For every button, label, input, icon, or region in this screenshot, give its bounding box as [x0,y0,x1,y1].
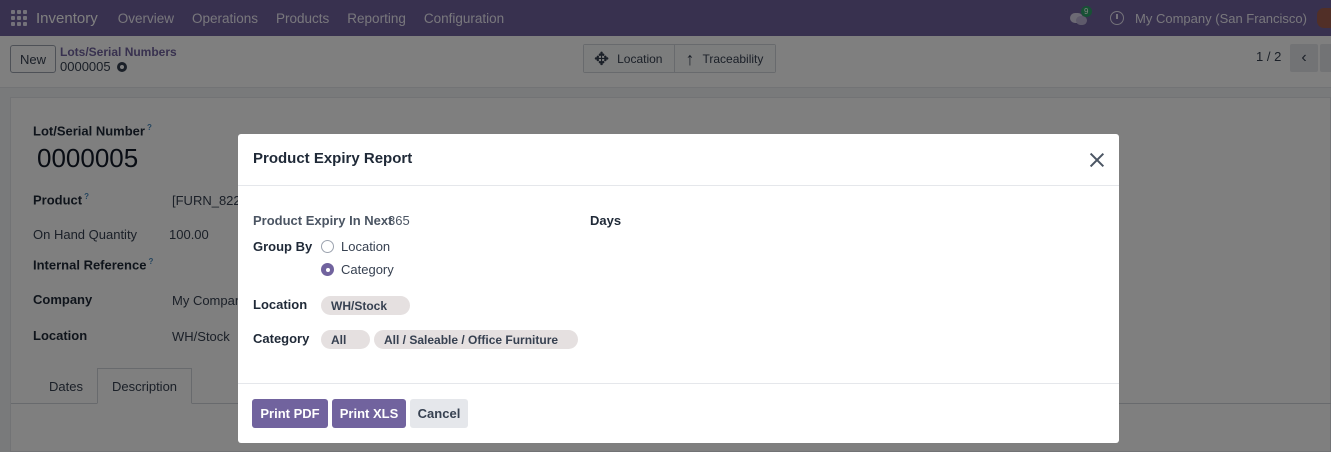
radio-checked [321,263,334,276]
cancel-button[interactable]: Cancel [410,399,468,428]
category-field-label: Category [253,331,310,346]
location-tag[interactable]: WH/Stock [321,296,410,315]
print-xls-button[interactable]: Print XLS [332,399,406,428]
group-by-category-label: Category [341,262,394,277]
print-pdf-button[interactable]: Print PDF [252,399,328,428]
category-tag-office-furniture[interactable]: All / Saleable / Office Furniture [374,330,578,349]
days-label: Days [590,213,622,228]
group-by-label: Group By [253,239,313,254]
group-by-location-label: Location [341,239,391,254]
group-by-category-radio[interactable]: Category [321,262,394,277]
modal-header: Product Expiry Report [238,134,1119,186]
close-icon[interactable] [1088,151,1106,169]
location-field-label: Location [253,297,308,312]
expiry-days-input[interactable]: 365 [388,213,410,228]
radio-unchecked [321,240,334,253]
product-expiry-dialog: Product Expiry Report Product Expiry In … [238,134,1119,443]
modal-title: Product Expiry Report [253,150,413,167]
group-by-location-radio[interactable]: Location [321,239,390,254]
modal-footer: Print PDF Print XLS Cancel [238,383,1119,443]
expiry-label: Product Expiry In Next [253,213,393,228]
category-tag-all[interactable]: All [321,330,370,349]
